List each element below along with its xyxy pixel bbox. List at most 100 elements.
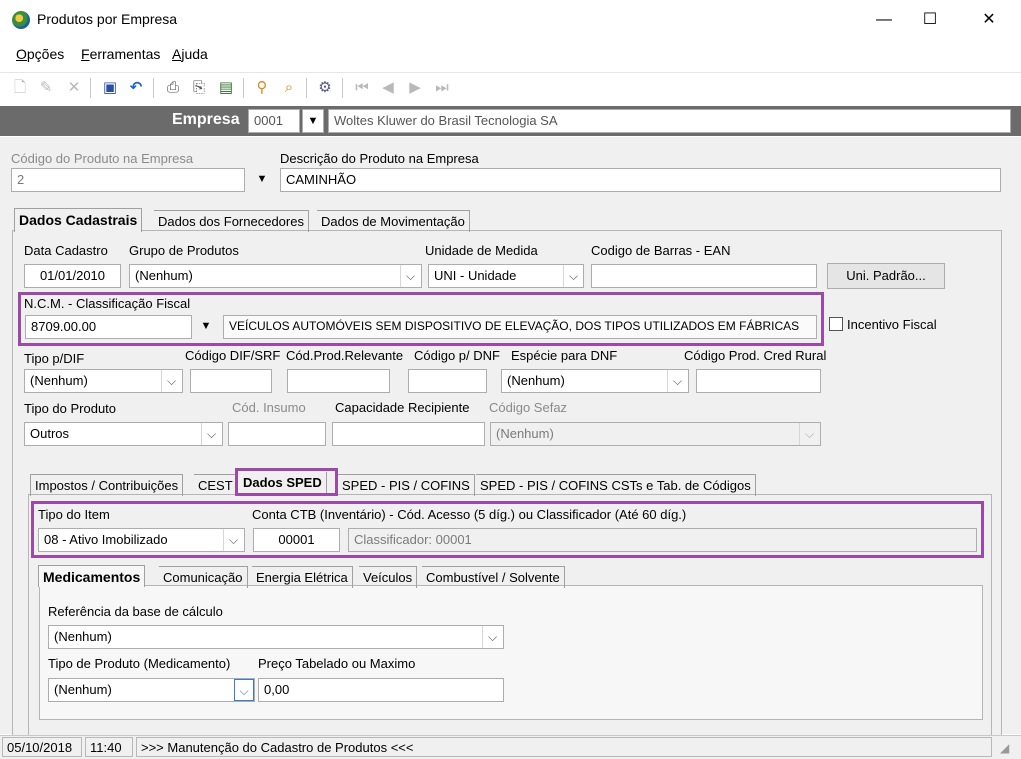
- dados-sped-highlight: [235, 468, 338, 496]
- ncm-description-field: VEÍCULOS AUTOMÓVEIS SEM DISPOSITIVO DE E…: [223, 315, 817, 339]
- tipo-produto-select[interactable]: Outros: [24, 422, 223, 446]
- ncm-label: N.C.M. - Classificação Fiscal: [24, 296, 191, 311]
- toolbar-separator: [243, 78, 244, 98]
- tab-dados-movimentacao[interactable]: Dados de Movimentação: [317, 210, 470, 232]
- tab-comunicacao[interactable]: Comunicação: [159, 566, 248, 588]
- descricao-produto-input[interactable]: CAMINHÃO: [280, 168, 1001, 192]
- ncm-dropdown-icon[interactable]: ▼: [195, 315, 217, 339]
- tab-impostos[interactable]: Impostos / Contribuições: [30, 474, 184, 496]
- codigo-dropdown-icon[interactable]: ▼: [251, 168, 273, 192]
- chevron-down-icon[interactable]: ⌵: [201, 423, 221, 445]
- chevron-down-icon[interactable]: ⌵: [161, 370, 181, 392]
- codigo-dif-input[interactable]: [190, 369, 272, 393]
- tab-energia-eletrica[interactable]: Energia Elétrica: [252, 566, 353, 588]
- conta-ctb-label: Conta CTB (Inventário) - Cód. Acesso (5 …: [252, 507, 687, 522]
- codigo-dif-label: Código DIF/SRF: [185, 348, 281, 363]
- especie-dnf-select[interactable]: (Nenhum): [501, 369, 689, 393]
- data-cadastro-input[interactable]: 01/01/2010: [24, 264, 121, 288]
- codigo-produto-label: Código do Produto na Empresa: [11, 151, 194, 166]
- tipo-dif-label: Tipo p/DIF: [24, 351, 85, 366]
- menu-ajuda[interactable]: Ajuda: [172, 46, 208, 62]
- tipo-produto-medicamento-select[interactable]: (Nenhum): [48, 678, 255, 702]
- grupo-produtos-label: Grupo de Produtos: [129, 243, 239, 258]
- empresa-code-input[interactable]: 0001: [248, 109, 300, 133]
- preco-tabelado-label: Preço Tabelado ou Maximo: [258, 656, 416, 671]
- chevron-down-icon[interactable]: ⌵: [482, 626, 502, 648]
- cred-rural-input[interactable]: [696, 369, 821, 393]
- tab-combustivel[interactable]: Combustível / Solvente: [422, 566, 565, 588]
- previous-icon[interactable]: ◀: [378, 78, 398, 98]
- classificador-field: Classificador: 00001: [348, 528, 977, 552]
- tab-dados-cadastrais[interactable]: Dados Cadastrais: [14, 208, 143, 232]
- tab-cest[interactable]: CEST: [194, 474, 238, 496]
- referencia-base-label: Referência da base de cálculo: [48, 604, 223, 619]
- empresa-label: Empresa: [172, 111, 240, 128]
- print-preview-icon[interactable]: ⎘: [189, 78, 209, 98]
- preco-tabelado-input[interactable]: 0,00: [258, 678, 504, 702]
- new-icon[interactable]: 🗋: [10, 78, 30, 98]
- unidade-medida-select[interactable]: UNI - Unidade: [428, 264, 584, 288]
- save-icon[interactable]: ▣: [100, 78, 120, 98]
- codigo-produto-input[interactable]: 2: [11, 168, 245, 192]
- first-icon[interactable]: ⏮: [352, 78, 372, 98]
- status-message: >>> Manutenção do Cadastro de Produtos <…: [136, 737, 992, 757]
- next-icon[interactable]: ▶: [405, 78, 425, 98]
- chevron-down-icon[interactable]: ⌵: [563, 265, 583, 287]
- conta-ctb-input[interactable]: 00001: [253, 528, 340, 552]
- close-button[interactable]: ✕: [966, 6, 1012, 34]
- status-date: 05/10/2018: [2, 737, 82, 757]
- empresa-name-field: Woltes Kluwer do Brasil Tecnologia SA: [328, 109, 1011, 133]
- referencia-base-select[interactable]: (Nenhum): [48, 625, 504, 649]
- cod-relevante-input[interactable]: [287, 369, 390, 393]
- menu-opcoes[interactable]: Opções: [16, 46, 64, 62]
- chevron-down-icon[interactable]: ⌵: [400, 265, 420, 287]
- empresa-dropdown-icon[interactable]: ▼: [302, 109, 324, 133]
- tab-dados-fornecedores[interactable]: Dados dos Fornecedores: [154, 210, 309, 232]
- unidade-medida-label: Unidade de Medida: [425, 243, 538, 258]
- tab-sped-pis-cofins[interactable]: SPED - PIS / COFINS: [338, 474, 475, 496]
- edit-icon[interactable]: ✎: [36, 78, 56, 98]
- tipo-dif-select[interactable]: (Nenhum): [24, 369, 183, 393]
- codigo-barras-input[interactable]: [591, 264, 817, 288]
- chevron-down-icon[interactable]: ⌵: [234, 679, 254, 701]
- undo-icon[interactable]: ↶: [126, 78, 146, 98]
- incentivo-fiscal-checkbox[interactable]: [829, 317, 843, 331]
- ncm-input[interactable]: 8709.00.00: [25, 315, 192, 339]
- tipo-item-select[interactable]: 08 - Ativo Imobilizado: [38, 528, 245, 552]
- codigo-barras-label: Codigo de Barras - EAN: [591, 243, 731, 258]
- incentivo-fiscal-label: Incentivo Fiscal: [847, 317, 937, 332]
- last-icon[interactable]: ⏭: [432, 78, 452, 98]
- especie-dnf-label: Espécie para DNF: [511, 348, 618, 363]
- tab-veiculos[interactable]: Veículos: [359, 566, 418, 588]
- tab-medicamentos[interactable]: Medicamentos: [38, 565, 146, 587]
- minimize-button[interactable]: —: [861, 6, 907, 34]
- codigo-dnf-input[interactable]: [408, 369, 487, 393]
- toolbar-separator: [90, 78, 91, 98]
- data-cadastro-label: Data Cadastro: [24, 243, 108, 258]
- chevron-down-icon[interactable]: ⌵: [667, 370, 687, 392]
- grupo-produtos-select[interactable]: (Nenhum): [129, 264, 422, 288]
- tab-sped-csts[interactable]: SPED - PIS / COFINS CSTs e Tab. de Códig…: [476, 474, 756, 496]
- export-icon[interactable]: ▤: [216, 78, 236, 98]
- resize-grip-icon[interactable]: ◢: [1000, 741, 1009, 755]
- descricao-produto-label: Descrição do Produto na Empresa: [280, 151, 479, 166]
- search-icon[interactable]: ⌕: [279, 78, 299, 98]
- settings-icon[interactable]: ⚙: [315, 78, 335, 98]
- print-icon[interactable]: ⎙: [163, 78, 183, 98]
- status-time: 11:40: [85, 737, 133, 757]
- cred-rural-label: Código Prod. Cred Rural: [684, 348, 827, 363]
- codigo-dnf-label: Código p/ DNF: [414, 348, 500, 363]
- codigo-sefaz-label: Código Sefaz: [489, 400, 568, 415]
- capacidade-input[interactable]: [332, 422, 485, 446]
- codigo-sefaz-select: (Nenhum): [490, 422, 821, 446]
- capacidade-label: Capacidade Recipiente: [335, 400, 470, 415]
- app-icon: [12, 11, 30, 29]
- delete-icon[interactable]: ✕: [64, 78, 84, 98]
- menu-ferramentas[interactable]: Ferramentas: [81, 46, 160, 62]
- uni-padrao-button[interactable]: Uni. Padrão...: [827, 263, 945, 289]
- chevron-down-icon[interactable]: ⌵: [223, 529, 243, 551]
- cod-insumo-input[interactable]: [228, 422, 326, 446]
- chevron-down-icon: ⌵: [799, 423, 819, 445]
- lock-icon[interactable]: ⚲: [252, 78, 272, 98]
- maximize-button[interactable]: ☐: [907, 6, 953, 34]
